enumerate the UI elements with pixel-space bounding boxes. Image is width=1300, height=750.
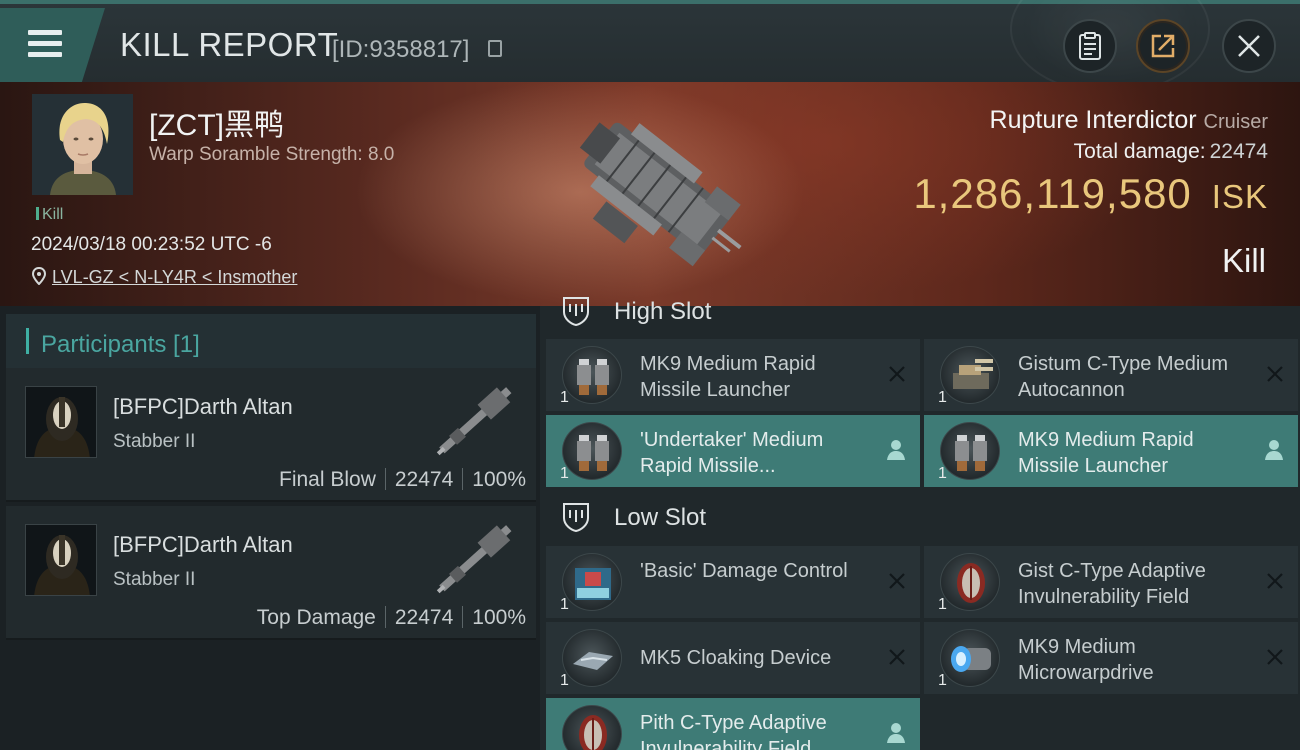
weapon-icon [436, 525, 512, 594]
module-name: 'Basic' Damage Control [640, 560, 848, 582]
module-item[interactable]: 1 'Basic' Damage Control [546, 546, 920, 618]
module-item[interactable]: 1 MK9 Medium Rapid Missile Launcher [546, 339, 920, 411]
module-item[interactable]: 1 MK5 Cloaking Device [546, 622, 920, 694]
pilot-avatar [32, 94, 133, 195]
kill-timestamp: 2024/03/18 00:23:52 UTC -6 [31, 234, 272, 255]
participant-ship: Stabber II [113, 569, 196, 590]
page-title: KILL REPORT [120, 26, 339, 63]
close-icon[interactable] [1266, 648, 1284, 666]
participant-avatar [25, 524, 97, 596]
result-label: Kill [1221, 242, 1266, 279]
report-id: [ID:9358817] [332, 36, 470, 63]
close-icon[interactable] [888, 365, 906, 383]
autocannon-icon [940, 346, 1000, 404]
module-name: Gistum C-Type Medium Autocannon [1018, 353, 1229, 401]
participant-stats: Top Damage 22474 100% [256, 606, 526, 629]
kill-tag: Kill [36, 206, 63, 224]
participant-row[interactable]: [BFPC]Darth Altan Stabber II Top Damage 2… [6, 506, 536, 640]
share-icon [1151, 34, 1175, 58]
clipboard-icon [1079, 32, 1101, 60]
location-link[interactable]: LVL-GZ < N-LY4R < Insmother [52, 267, 297, 287]
isk-value: 1,286,119,580 ISK [913, 170, 1268, 217]
module-name: MK5 Cloaking Device [640, 647, 832, 669]
shield-hardener-icon [562, 705, 622, 750]
user-icon[interactable] [886, 439, 906, 461]
copy-id-icon[interactable] [488, 40, 502, 57]
cloaking-device-icon [562, 629, 622, 687]
damage-control-icon [562, 553, 622, 611]
total-damage: Total damage: 22474 [1073, 140, 1268, 163]
participant-name: [BFPC]Darth Altan [113, 532, 293, 557]
close-icon[interactable] [1266, 572, 1284, 590]
module-name: MK9 Medium Rapid Missile Launcher [1018, 429, 1194, 477]
fitting-panel: High Slot 1 MK9 Medium Rapid Missile Lau… [540, 297, 1300, 750]
missile-launcher-icon [562, 346, 622, 404]
menu-button[interactable] [0, 8, 105, 82]
share-button[interactable] [1136, 19, 1190, 73]
victim-portrait[interactable] [32, 94, 133, 195]
module-name: Pith C-Type Adaptive Invulnerability Fie… [640, 712, 827, 750]
shield-hardener-icon [940, 553, 1000, 611]
module-name: MK9 Medium Microwarpdrive [1018, 636, 1154, 684]
participant-stats: Final Blow 22474 100% [279, 468, 526, 491]
ship-render [579, 122, 742, 267]
menu-icon [28, 30, 62, 35]
module-item[interactable]: 1 Gistum C-Type Medium Autocannon [924, 339, 1298, 411]
module-name: 'Undertaker' Medium Rapid Missile... [640, 429, 824, 477]
participants-panel: Participants [1] [BFPC]Darth Altan Stabb… [0, 306, 540, 750]
module-name: Gist C-Type Adaptive Invulnerability Fie… [1018, 560, 1206, 608]
participant-avatar [25, 386, 97, 458]
weapon-icon [436, 387, 512, 456]
kill-summary-banner: [ZCT]黑鸭 Warp Soramble Strength: 8.0 Kill… [0, 82, 1300, 306]
top-bar: KILL REPORT [ID:9358817] [0, 0, 1300, 94]
low-slot-icon [563, 503, 589, 532]
missile-launcher-icon [940, 422, 1000, 480]
module-item[interactable]: 1 MK9 Medium Microwarpdrive [924, 622, 1298, 694]
participants-header: Participants [1] [6, 314, 536, 370]
victim-name[interactable]: [ZCT]黑鸭 [149, 100, 284, 144]
module-item[interactable]: 1 MK9 Medium Rapid Missile Launcher [924, 415, 1298, 487]
missile-launcher-icon [562, 422, 622, 480]
module-name: MK9 Medium Rapid Missile Launcher [640, 353, 816, 401]
high-slot-icon [563, 297, 589, 326]
close-icon[interactable] [1266, 365, 1284, 383]
kill-location[interactable]: LVL-GZ < N-LY4R < Insmother [31, 266, 297, 288]
microwarpdrive-icon [940, 629, 1000, 687]
close-icon[interactable] [888, 572, 906, 590]
location-pin-icon [31, 266, 47, 286]
participant-ship: Stabber II [113, 431, 196, 452]
close-icon[interactable] [888, 648, 906, 666]
close-button[interactable] [1222, 19, 1276, 73]
victim-ship[interactable]: Rupture Interdictor Cruiser [990, 106, 1268, 135]
warp-scramble-strength: Warp Soramble Strength: 8.0 [149, 144, 395, 165]
clipboard-button[interactable] [1063, 19, 1117, 73]
module-item[interactable]: 1 Gist C-Type Adaptive Invulnerability F… [924, 546, 1298, 618]
participant-name: [BFPC]Darth Altan [113, 394, 293, 419]
user-icon[interactable] [886, 722, 906, 744]
user-icon[interactable] [1264, 439, 1284, 461]
module-item[interactable]: 1 Pith C-Type Adaptive Invulnerability F… [546, 698, 920, 750]
module-item[interactable]: 1 'Undertaker' Medium Rapid Missile... [546, 415, 920, 487]
participant-row[interactable]: [BFPC]Darth Altan Stabber II Final Blow 2… [6, 368, 536, 502]
close-icon [1238, 35, 1260, 57]
